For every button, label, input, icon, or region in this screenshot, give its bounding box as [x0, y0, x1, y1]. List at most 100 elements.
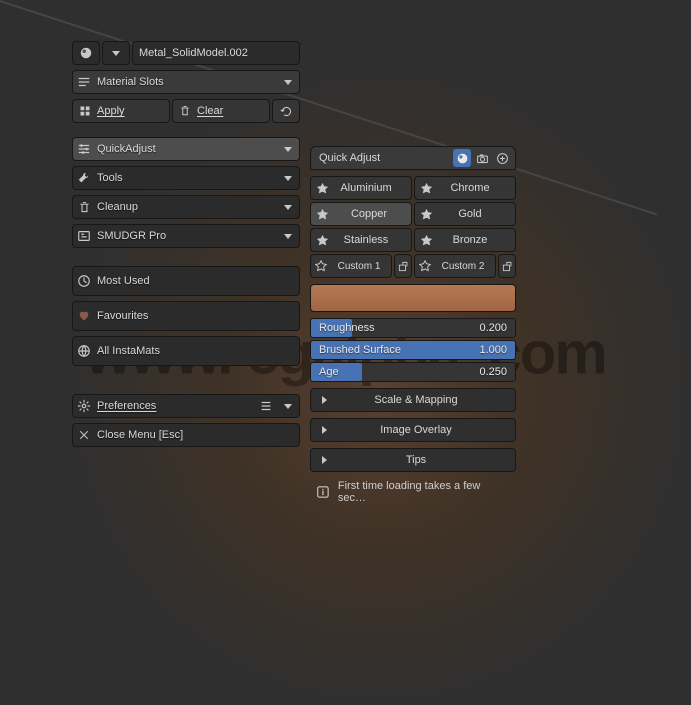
camera-button[interactable]	[473, 149, 491, 167]
smudgr-icon	[73, 225, 95, 247]
expand-label: Image Overlay	[337, 424, 515, 436]
close-menu-label: Close Menu [Esc]	[95, 429, 299, 441]
slider-age[interactable]: Age0.250	[310, 362, 516, 382]
preset-stainless[interactable]: Stainless	[310, 228, 412, 252]
color-swatch[interactable]	[310, 284, 516, 312]
material-name-field[interactable]: Metal_SolidModel.002	[132, 41, 300, 65]
custom-1-label: Custom 1	[331, 261, 391, 272]
star-icon	[415, 208, 437, 221]
quick-adjust-panel: Quick Adjust Aluminium Chrome Copper Gold St…	[310, 146, 516, 504]
close-icon	[73, 424, 95, 446]
star-icon	[311, 182, 333, 195]
expand-tips[interactable]: Tips	[310, 448, 516, 472]
save-custom-1-button[interactable]	[394, 254, 412, 278]
slider-value: 0.200	[479, 322, 515, 334]
smudgr-label: SMUDGR Pro	[95, 230, 277, 242]
chevron-down-icon	[277, 80, 299, 85]
trash-icon	[73, 196, 95, 218]
preset-label: Bronze	[437, 234, 515, 246]
triangle-right-icon	[311, 426, 337, 434]
slider-value: 0.250	[479, 366, 515, 378]
preset-label: Stainless	[333, 234, 411, 246]
slider-brushed-surface[interactable]: Brushed Surface1.000	[310, 340, 516, 360]
chevron-down-icon	[277, 176, 299, 181]
preset-copper[interactable]: Copper	[310, 202, 412, 226]
tools-row[interactable]: Tools	[72, 166, 300, 190]
triangle-right-icon	[311, 396, 337, 404]
expand-image-overlay[interactable]: Image Overlay	[310, 418, 516, 442]
favourites-row[interactable]: Favourites	[72, 301, 300, 331]
clock-icon	[73, 267, 95, 295]
close-menu-row[interactable]: Close Menu [Esc]	[72, 423, 300, 447]
custom-2-button[interactable]: Custom 2	[414, 254, 496, 278]
star-icon	[415, 182, 437, 195]
material-dropdown-chevron[interactable]	[102, 41, 130, 65]
list-icon	[73, 71, 95, 93]
smudgr-row[interactable]: SMUDGR Pro	[72, 224, 300, 248]
clear-label: Clear	[197, 105, 223, 117]
wrench-icon	[73, 167, 95, 189]
slider-label: Age	[311, 366, 479, 378]
cleanup-row[interactable]: Cleanup	[72, 195, 300, 219]
menu-icon	[255, 399, 277, 413]
chevron-down-icon	[277, 404, 299, 409]
most-used-row[interactable]: Most Used	[72, 266, 300, 296]
chevron-down-icon	[277, 205, 299, 210]
expand-label: Tips	[337, 454, 515, 466]
preset-bronze[interactable]: Bronze	[414, 228, 516, 252]
preset-gold[interactable]: Gold	[414, 202, 516, 226]
shading-mode-button[interactable]	[453, 149, 471, 167]
preferences-row[interactable]: Preferences	[72, 394, 300, 418]
gear-icon	[73, 395, 95, 417]
apply-button[interactable]: Apply	[72, 99, 170, 123]
preset-label: Copper	[333, 208, 411, 220]
chevron-down-icon	[277, 234, 299, 239]
star-icon	[311, 208, 333, 221]
cleanup-label: Cleanup	[95, 201, 277, 213]
material-name-text: Metal_SolidModel.002	[139, 47, 248, 59]
quickadjust-row[interactable]: QuickAdjust	[72, 137, 300, 161]
trash-icon	[179, 105, 191, 117]
star-icon	[311, 234, 333, 247]
preset-label: Chrome	[437, 182, 515, 194]
info-icon	[316, 485, 330, 499]
apply-icon	[79, 105, 91, 117]
save-custom-2-button[interactable]	[498, 254, 516, 278]
slider-label: Roughness	[311, 322, 479, 334]
preferences-label: Preferences	[95, 400, 255, 412]
clear-button[interactable]: Clear	[172, 99, 270, 123]
custom-1-button[interactable]: Custom 1	[310, 254, 392, 278]
chevron-down-icon	[277, 147, 299, 152]
info-row: First time loading takes a few sec…	[310, 480, 516, 504]
globe-icon	[73, 337, 95, 365]
refresh-button[interactable]	[272, 99, 300, 123]
star-icon	[415, 260, 435, 272]
preset-chrome[interactable]: Chrome	[414, 176, 516, 200]
all-instamats-label: All InstaMats	[95, 345, 299, 357]
custom-2-label: Custom 2	[435, 261, 495, 272]
preset-label: Gold	[437, 208, 515, 220]
slider-label: Brushed Surface	[311, 344, 479, 356]
add-button[interactable]	[493, 149, 511, 167]
all-instamats-row[interactable]: All InstaMats	[72, 336, 300, 366]
quickadjust-label: QuickAdjust	[95, 143, 277, 155]
slider-roughness[interactable]: Roughness0.200	[310, 318, 516, 338]
preset-label: Aluminium	[333, 182, 411, 194]
quick-adjust-header: Quick Adjust	[310, 146, 516, 170]
info-text: First time loading takes a few sec…	[338, 480, 510, 504]
sliders-icon	[73, 138, 95, 160]
tools-label: Tools	[95, 172, 277, 184]
quick-adjust-title: Quick Adjust	[319, 152, 380, 164]
heart-icon	[73, 302, 95, 330]
material-slots-label: Material Slots	[95, 76, 277, 88]
star-icon	[415, 234, 437, 247]
triangle-right-icon	[311, 456, 337, 464]
preset-aluminium[interactable]: Aluminium	[310, 176, 412, 200]
refresh-icon	[280, 105, 293, 118]
instamat-panel: Metal_SolidModel.002 Material Slots Appl…	[72, 41, 300, 452]
material-slots-header[interactable]: Material Slots	[72, 70, 300, 94]
expand-label: Scale & Mapping	[337, 394, 515, 406]
star-icon	[311, 260, 331, 272]
expand-scale-mapping[interactable]: Scale & Mapping	[310, 388, 516, 412]
material-ball-icon[interactable]	[72, 41, 100, 65]
